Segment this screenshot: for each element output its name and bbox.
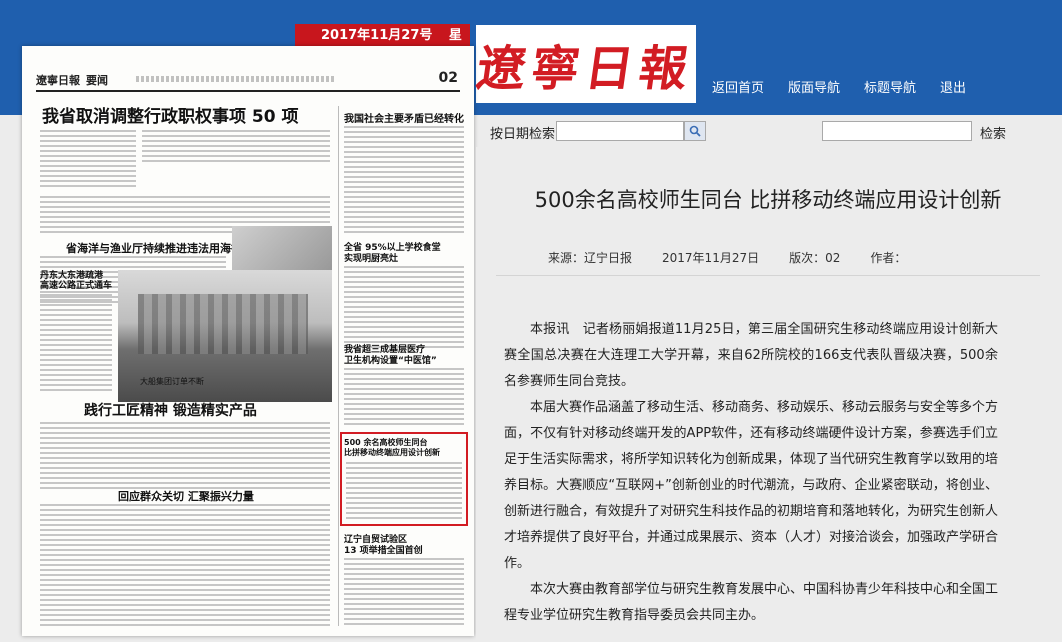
article-title: 500余名高校师生同台 比拼移动终端应用设计创新 (534, 188, 1002, 212)
newspaper-logo[interactable]: 遼寧日報 (473, 25, 698, 103)
paper-side-headline-1[interactable]: 我国社会主要矛盾已经转化 (344, 110, 464, 125)
date-text: 2017年11月27号 (321, 28, 433, 43)
article-paragraph: 本届大赛作品涵盖了移动生活、移动商务、移动娱乐、移动云服务与安全等多个方面，不仅… (504, 400, 999, 571)
article-panel: 500余名高校师生同台 比拼移动终端应用设计创新 来源：辽宁日报 2017年11… (476, 147, 1062, 642)
paper-main-headline[interactable]: 我省取消调整行政职权事项 50 项 (42, 102, 299, 127)
keyword-search-button[interactable]: 检索 (980, 123, 1006, 142)
article-source: 来源：辽宁日报 (548, 251, 633, 265)
paper-text-block (344, 368, 464, 428)
paper-text-block (344, 126, 464, 236)
paper-text-block (344, 266, 464, 350)
paper-text-block (40, 294, 112, 394)
keyword-search-input[interactable] (822, 121, 972, 141)
paper-section: 要闻 (86, 74, 108, 87)
paper-text-block (346, 462, 462, 520)
paper-text-block (344, 558, 464, 628)
newspaper-page-thumbnail[interactable]: 遼寧日報 要闻 02 我省取消调整行政职权事项 50 项 省海洋与渔业厅持续推进… (22, 46, 474, 636)
paper-left-headline-1b[interactable]: 高速公路正式通车 (40, 278, 112, 291)
paper-text-block (40, 504, 330, 628)
article-paragraph: 本次大赛由教育部学位与研究生教育发展中心、中国科协青少年科技中心和全国工程专业学… (504, 582, 999, 623)
paper-meta-line (136, 76, 336, 82)
paper-logo: 遼寧日報 (36, 74, 80, 87)
paper-photo-caption: 大船集团订单不断 (140, 377, 204, 386)
paper-side-headline-3b[interactable]: 卫生机构设置“中医馆” (344, 353, 437, 366)
paper-masthead: 遼寧日報 要闻 02 (36, 70, 460, 92)
paper-side-headline-2b[interactable]: 实现明厨亮灶 (344, 251, 398, 264)
paper-text-block (40, 422, 330, 492)
date-search-input[interactable] (556, 121, 684, 141)
search-icon (689, 125, 701, 137)
nav-title-navigation[interactable]: 标题导航 (864, 77, 916, 96)
article-body: 本报讯 记者杨丽娟报道11月25日，第三届全国研究生移动终端应用设计创新大赛全国… (504, 317, 998, 629)
article-edition: 版次：02 (789, 251, 841, 265)
paper-text-block (142, 130, 330, 164)
date-banner: 2017年11月27号 星期一 (295, 24, 470, 67)
date-search-button[interactable] (684, 121, 706, 141)
paper-text-block (40, 130, 136, 190)
article-author: 作者： (870, 251, 907, 265)
article-separator (496, 275, 1040, 276)
paper-headline-4[interactable]: 回应群众关切 汇聚振兴力量 (118, 488, 254, 504)
paper-headline-3[interactable]: 践行工匠精神 锻造精实产品 (84, 400, 257, 420)
nav-home[interactable]: 返回首页 (712, 77, 764, 96)
article-date: 2017年11月27日 (662, 251, 760, 265)
paper-side-headline-4b[interactable]: 比拼移动终端应用设计创新 (344, 447, 440, 458)
logo-text: 遼寧日報 (473, 41, 698, 97)
article-paragraph: 本报讯 记者杨丽娟报道11月25日，第三届全国研究生移动终端应用设计创新大赛全国… (504, 322, 998, 389)
article-meta: 来源：辽宁日报 2017年11月27日 版次：02 作者： (548, 249, 906, 266)
paper-column-divider (338, 106, 339, 626)
search-bar: 按日期检索 检索 (476, 115, 1062, 147)
paper-page-number: 02 (438, 70, 458, 86)
nav-page-navigation[interactable]: 版面导航 (788, 77, 840, 96)
main-nav: 返回首页 版面导航 标题导航 退出 (712, 77, 966, 96)
date-search-label: 按日期检索 (490, 127, 556, 142)
nav-logout[interactable]: 退出 (940, 77, 966, 96)
paper-side-headline-5b[interactable]: 13 项举措全国首创 (344, 543, 423, 556)
